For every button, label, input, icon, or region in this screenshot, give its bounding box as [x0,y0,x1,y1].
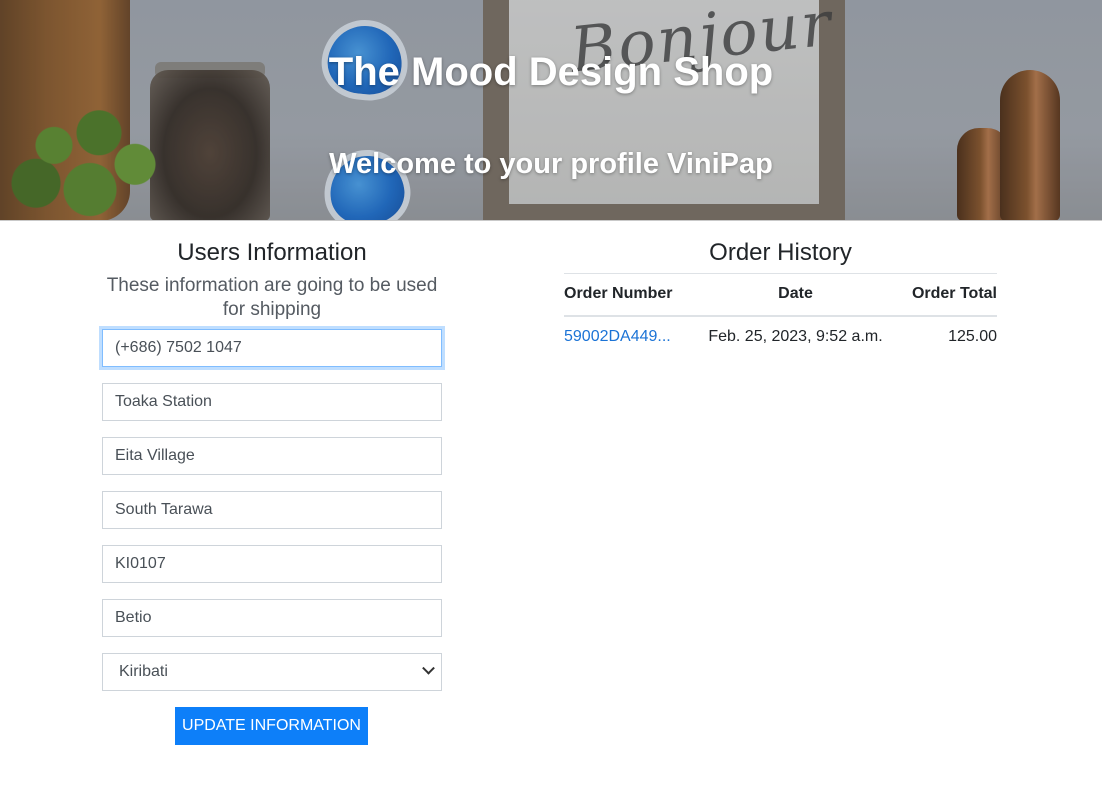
column-header-date: Date [704,273,887,317]
postcode-field[interactable]: KI0107 [102,545,442,583]
shop-title: The Mood Design Shop [328,50,774,94]
order-history-table: Order Number Date Order Total 59002DA449… [564,273,997,358]
users-information-title: Users Information [177,239,367,266]
country-select[interactable]: Kiribati [102,653,442,691]
order-number-link[interactable]: 59002DA449... [564,328,671,345]
column-header-order-number: Order Number [564,273,704,317]
table-header-row: Order Number Date Order Total [564,273,997,317]
column-header-order-total: Order Total [887,273,997,317]
order-date: Feb. 25, 2023, 9:52 a.m. [708,328,883,345]
hero-banner: Bonjour The Mood Design Shop Welcome to … [0,0,1102,221]
country-selected-value: Kiribati [119,663,168,680]
shipping-description: These information are going to be used f… [106,275,438,320]
users-information-section: Users Information These information are … [102,238,442,745]
county-field[interactable]: Betio [102,599,442,637]
town-city-field[interactable]: South Tarawa [102,491,442,529]
chevron-down-icon [422,661,435,675]
update-information-button[interactable]: UPDATE INFORMATION [175,707,368,745]
street-address-1-field[interactable]: Toaka Station [102,383,442,421]
welcome-message: Welcome to your profile ViniPap [329,148,773,180]
table-row: 59002DA449... Feb. 25, 2023, 9:52 a.m. 1… [564,316,997,358]
order-history-title: Order History [709,239,852,266]
order-total: 125.00 [948,328,997,345]
phone-number-field[interactable]: (+686) 7502 1047 [102,329,442,367]
street-address-2-field[interactable]: Eita Village [102,437,442,475]
order-history-section: Order History Order Number Date Order To… [564,238,997,345]
